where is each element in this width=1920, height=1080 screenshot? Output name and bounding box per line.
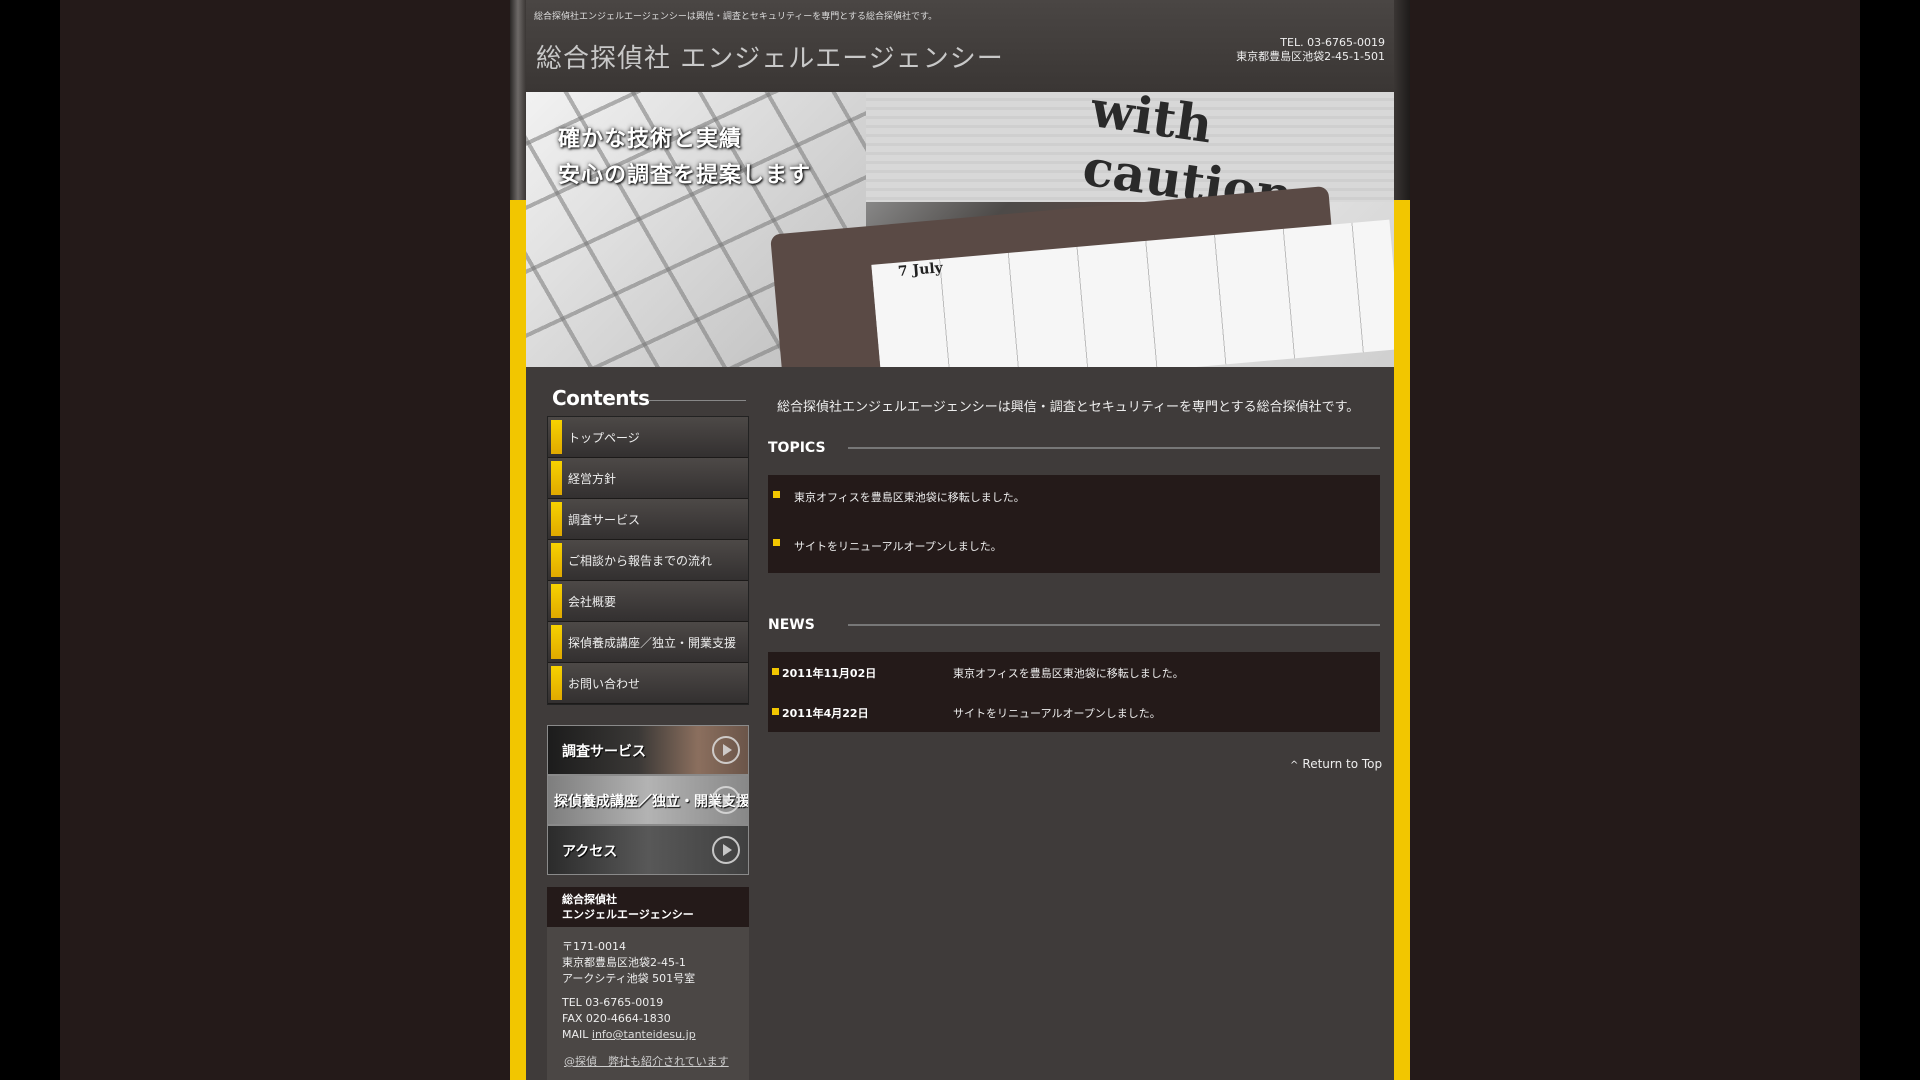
nav-item-contact[interactable]: お問い合わせ [548, 663, 748, 704]
topic-item: 東京オフィスを豊島区東池袋に移転しました。 [794, 491, 1025, 504]
banner-label: アクセス [562, 844, 618, 860]
header-address: 東京都豊島区池袋2-45-1-501 [1236, 50, 1385, 63]
company-name-line1: 総合探偵社 [562, 893, 617, 906]
company-tel: TEL 03-6765-0019 [562, 996, 664, 1009]
news-list: 2011年11月02日 東京オフィスを豊島区東池袋に移転しました。 2011年4… [768, 652, 1380, 732]
nav-marker [551, 461, 562, 495]
nav-item-company[interactable]: 会社概要 [548, 581, 748, 622]
nav-item-label: トップページ [568, 431, 640, 445]
nav-item-label: お問い合わせ [568, 677, 641, 691]
header-contact: TEL. 03-6765-0019 東京都豊島区池袋2-45-1-501 [1236, 36, 1385, 64]
bullet-icon [773, 539, 780, 546]
topics-divider [848, 447, 1380, 449]
mail-link[interactable]: info@tanteidesu.jp [592, 1028, 696, 1041]
postal-code: 〒171-0014 [562, 940, 626, 953]
nav-item-label: 会社概要 [568, 595, 617, 609]
banner-services[interactable]: 調査サービス [547, 725, 749, 775]
nav-marker [551, 666, 562, 700]
sidebar-nav: トップページ 経営方針 調査サービス ご相談から報告までの流れ 会社概要 探偵養… [547, 416, 749, 705]
header-edge-decoration [1394, 0, 1410, 200]
company-name: 総合探偵社 エンジェルエージェンシー [562, 892, 694, 922]
topics-list: 東京オフィスを豊島区東池袋に移転しました。 サイトをリニューアルオープンしました… [768, 475, 1380, 573]
nav-item-training[interactable]: 探偵養成講座／独立・開業支援 [548, 622, 748, 663]
nav-item-label: 調査サービス [568, 513, 641, 527]
news-text: 東京オフィスを豊島区東池袋に移転しました。 [953, 667, 1184, 680]
company-fax: FAX 020-4664-1830 [562, 1012, 671, 1025]
news-date: 2011年11月02日 [782, 667, 877, 680]
company-name-line2: エンジェルエージェンシー [562, 908, 694, 921]
nav-item-top[interactable]: トップページ [548, 417, 748, 458]
topics-heading: TOPICS [768, 440, 826, 456]
contents-heading: Contents [552, 386, 650, 410]
company-mail: MAIL info@tanteidesu.jp [562, 1027, 696, 1043]
header-tel: TEL. 03-6765-0019 [1280, 36, 1385, 49]
hero-tagline-line2: 安心の調査を提案します [558, 163, 812, 188]
nav-item-label: 経営方針 [568, 472, 617, 486]
nav-marker [551, 625, 562, 659]
nav-marker [551, 584, 562, 618]
nav-marker [551, 420, 562, 454]
company-info-body: 〒171-0014 東京都豊島区池袋2-45-1 アークシティ池袋 501号室 … [562, 939, 696, 1043]
nav-item-services[interactable]: 調査サービス [548, 499, 748, 540]
company-info-header: 総合探偵社 エンジェルエージェンシー [547, 887, 749, 927]
address-line1: 東京都豊島区池袋2-45-1 [562, 956, 686, 969]
site-title-logo[interactable]: 総合探偵社 エンジェルエージェンシー [536, 38, 1004, 75]
news-heading: NEWS [768, 617, 815, 633]
mail-label: MAIL [562, 1028, 592, 1041]
bullet-icon [773, 491, 780, 498]
referral-link[interactable]: @探偵 弊社も紹介されています [564, 1053, 729, 1069]
bullet-icon [772, 708, 779, 715]
contents-divider [648, 400, 746, 401]
return-to-top-link[interactable]: ^ Return to Top [1290, 757, 1382, 771]
play-icon [712, 786, 740, 814]
hero-image: with caution 7 July 確かな技術と実績 安心の調査を提案します [526, 92, 1394, 367]
topic-item: サイトをリニューアルオープンしました。 [794, 540, 1002, 553]
header-description: 総合探偵社エンジェルエージェンシーは興信・調査とセキュリティーを専門とする総合探… [534, 12, 938, 22]
address-line2: アークシティ池袋 501号室 [562, 972, 696, 985]
header-edge-decoration [510, 0, 526, 200]
nav-marker [551, 543, 562, 577]
nav-item-flow[interactable]: ご相談から報告までの流れ [548, 540, 748, 581]
banner-label: 調査サービス [562, 744, 646, 760]
news-text: サイトをリニューアルオープンしました。 [953, 707, 1161, 720]
nav-item-label: ご相談から報告までの流れ [568, 554, 713, 568]
company-info-box: 総合探偵社 エンジェルエージェンシー 〒171-0014 東京都豊島区池袋2-4… [547, 887, 749, 1080]
news-divider [848, 624, 1380, 626]
banner-training[interactable]: 探偵養成講座／独立・開業支援 [547, 775, 749, 825]
nav-item-label: 探偵養成講座／独立・開業支援 [568, 636, 737, 650]
return-to-top-label: Return to Top [1302, 757, 1383, 771]
bullet-icon [772, 668, 779, 675]
banner-access[interactable]: アクセス [547, 825, 749, 875]
hero-tagline-line1: 確かな技術と実績 [558, 127, 743, 152]
hero-tagline: 確かな技術と実績 安心の調査を提案します [558, 122, 811, 194]
intro-text: 総合探偵社エンジェルエージェンシーは興信・調査とセキュリティーを専門とする総合探… [777, 400, 1360, 415]
nav-item-policy[interactable]: 経営方針 [548, 458, 748, 499]
news-date: 2011年4月22日 [782, 707, 869, 720]
play-icon [712, 736, 740, 764]
caret-up-icon: ^ [1290, 760, 1299, 771]
nav-marker [551, 502, 562, 536]
play-icon [712, 836, 740, 864]
